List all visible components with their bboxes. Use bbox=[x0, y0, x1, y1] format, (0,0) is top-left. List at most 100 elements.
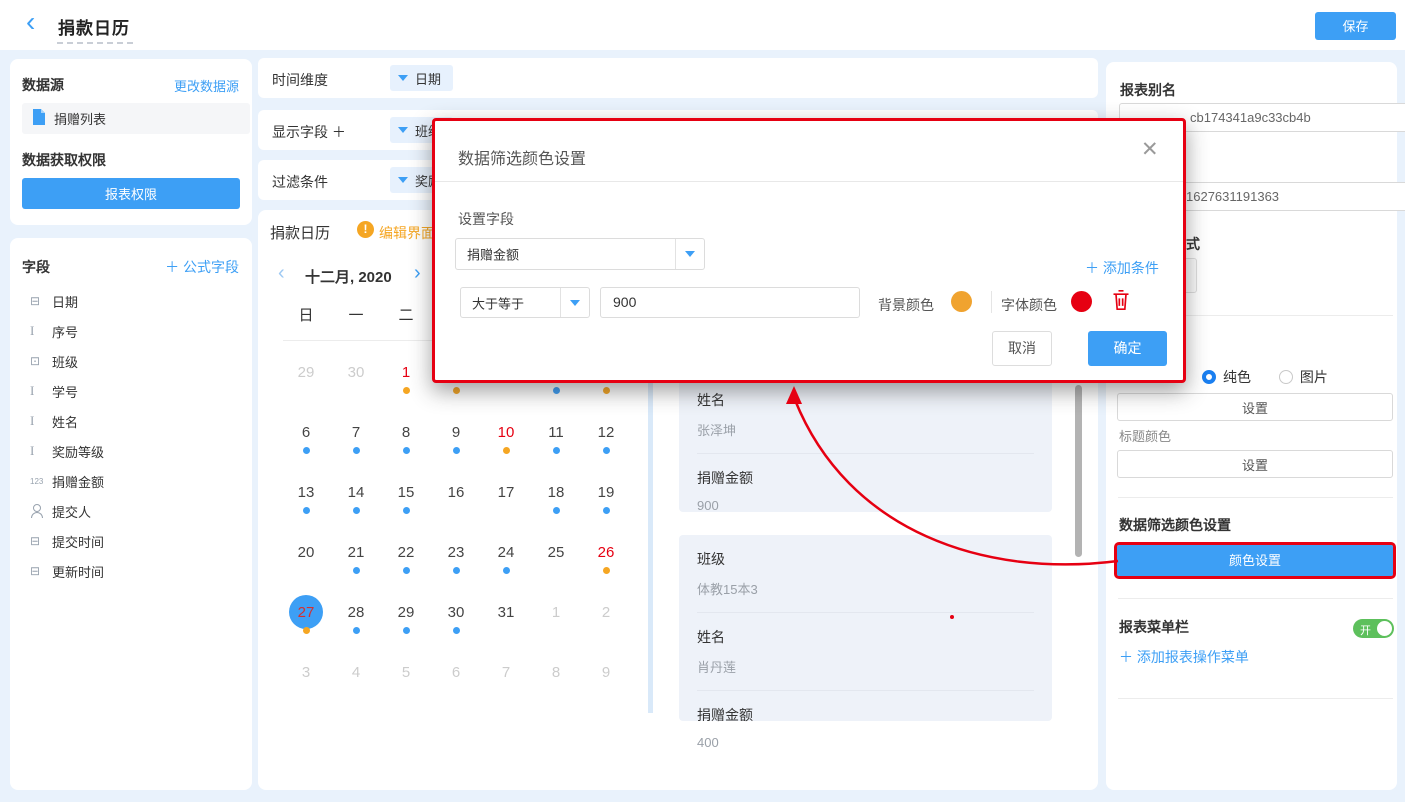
sidebar-field-item[interactable]: I姓名 bbox=[10, 406, 252, 436]
calendar-day[interactable]: 18 bbox=[531, 484, 581, 544]
calendar-day[interactable]: 8 bbox=[381, 424, 431, 484]
calendar-day[interactable]: 4 bbox=[331, 664, 381, 724]
calendar-day[interactable]: 30 bbox=[431, 604, 481, 664]
calendar-day[interactable]: 1 bbox=[531, 604, 581, 664]
sidebar-field-item[interactable]: 提交人 bbox=[10, 496, 252, 526]
select-icon: ⊡ bbox=[30, 354, 52, 368]
operator-select[interactable]: 大于等于 bbox=[460, 287, 590, 318]
sidebar-field-item[interactable]: ⊡班级 bbox=[10, 346, 252, 376]
day-number: 30 bbox=[348, 365, 365, 381]
field-select[interactable]: 捐赠金额 bbox=[455, 238, 705, 270]
detail-card[interactable]: 班级体教15本3姓名肖丹莲捐赠金额400 bbox=[679, 535, 1052, 721]
title-color-set-button[interactable]: 设置 bbox=[1117, 450, 1393, 478]
weekday-label: 二 bbox=[381, 304, 431, 325]
radio-solid-color[interactable]: 纯色 bbox=[1202, 369, 1251, 385]
calendar-day[interactable]: 12 bbox=[581, 424, 631, 484]
confirm-button[interactable]: 确定 bbox=[1088, 331, 1167, 366]
calendar-day[interactable]: 29 bbox=[381, 604, 431, 664]
field-label: 捐赠金额 bbox=[52, 472, 104, 491]
calendar-day[interactable]: 19 bbox=[581, 484, 631, 544]
sidebar-field-item[interactable]: I奖励等级 bbox=[10, 436, 252, 466]
calendar-day[interactable]: 9 bbox=[581, 664, 631, 724]
sidebar-field-item[interactable]: ⊟更新时间 bbox=[10, 556, 252, 586]
add-report-menu-link[interactable]: ＋ 添加报表操作菜单 bbox=[1119, 647, 1249, 667]
back-icon[interactable]: ‹ bbox=[26, 6, 35, 38]
calendar-day[interactable]: 16 bbox=[431, 484, 481, 544]
day-number: 29 bbox=[298, 365, 315, 381]
top-bar: ‹ 捐款日历 保存 bbox=[0, 0, 1405, 50]
day-number: 15 bbox=[398, 485, 415, 501]
next-month-icon[interactable]: › bbox=[414, 262, 421, 285]
calendar-day[interactable]: 21 bbox=[331, 544, 381, 604]
day-number: 19 bbox=[598, 485, 615, 501]
calendar-day[interactable]: 27 bbox=[281, 604, 331, 664]
close-icon[interactable]: ✕ bbox=[1141, 137, 1159, 162]
delete-condition-icon[interactable] bbox=[1111, 289, 1131, 316]
change-datasource-link[interactable]: 更改数据源 bbox=[174, 76, 239, 95]
calendar-day[interactable]: 17 bbox=[481, 484, 531, 544]
calendar-day[interactable]: 2 bbox=[581, 604, 631, 664]
datasource-heading: 数据源 bbox=[22, 75, 64, 95]
bg-color-swatch[interactable] bbox=[951, 291, 972, 312]
calendar-day[interactable]: 8 bbox=[531, 664, 581, 724]
calendar-day[interactable]: 22 bbox=[381, 544, 431, 604]
day-number: 17 bbox=[498, 485, 515, 501]
calendar-day[interactable]: 14 bbox=[331, 484, 381, 544]
calendar-day[interactable]: 31 bbox=[481, 604, 531, 664]
add-formula-field-link[interactable]: ＋ 公式字段 bbox=[165, 257, 239, 277]
calendar-day[interactable]: 3 bbox=[281, 664, 331, 724]
day-number: 20 bbox=[298, 545, 315, 561]
number-icon: 123 bbox=[30, 477, 52, 486]
report-permission-button[interactable]: 报表权限 bbox=[22, 178, 240, 209]
vertical-scrollbar[interactable] bbox=[1075, 385, 1082, 557]
sidebar-field-item[interactable]: ⊟日期 bbox=[10, 286, 252, 316]
calendar-day[interactable]: 15 bbox=[381, 484, 431, 544]
threshold-input[interactable]: 900 bbox=[600, 287, 860, 318]
day-dot-orange bbox=[603, 567, 610, 574]
calendar-day[interactable]: 25 bbox=[531, 544, 581, 604]
save-button[interactable]: 保存 bbox=[1315, 12, 1396, 40]
calendar-day[interactable]: 28 bbox=[331, 604, 381, 664]
config-row-label: 时间维度 bbox=[272, 70, 328, 90]
calendar-day[interactable]: 13 bbox=[281, 484, 331, 544]
color-settings-button[interactable]: 颜色设置 bbox=[1117, 545, 1393, 576]
calendar-day[interactable]: 7 bbox=[331, 424, 381, 484]
calendar-day[interactable]: 26 bbox=[581, 544, 631, 604]
day-number: 28 bbox=[348, 605, 365, 621]
tag-value: 日期 bbox=[415, 69, 441, 88]
calendar-day[interactable]: 7 bbox=[481, 664, 531, 724]
calendar-day[interactable]: 10 bbox=[481, 424, 531, 484]
partial-heading: 式 bbox=[1186, 234, 1200, 254]
calendar-day[interactable]: 24 bbox=[481, 544, 531, 604]
calendar-day[interactable]: 9 bbox=[431, 424, 481, 484]
calendar-day[interactable]: 11 bbox=[531, 424, 581, 484]
add-condition-link[interactable]: ＋ 添加条件 bbox=[1085, 258, 1159, 278]
calendar-day[interactable]: 23 bbox=[431, 544, 481, 604]
day-number: 2 bbox=[602, 605, 610, 621]
day-dot-blue bbox=[453, 627, 460, 634]
calendar-icon: ⊟ bbox=[30, 564, 52, 578]
calendar-day[interactable]: 30 bbox=[331, 364, 381, 424]
calendar-day[interactable]: 6 bbox=[281, 424, 331, 484]
day-dot-blue bbox=[553, 507, 560, 514]
menu-bar-toggle[interactable]: 开 bbox=[1353, 619, 1394, 638]
background-set-button[interactable]: 设置 bbox=[1117, 393, 1393, 421]
cancel-button[interactable]: 取消 bbox=[992, 331, 1052, 366]
sidebar-field-item[interactable]: ⊟提交时间 bbox=[10, 526, 252, 556]
day-number: 8 bbox=[552, 665, 560, 681]
weekday-label: 日 bbox=[281, 304, 331, 325]
day-number: 18 bbox=[548, 485, 565, 501]
calendar-day[interactable]: 5 bbox=[381, 664, 431, 724]
calendar-day[interactable]: 6 bbox=[431, 664, 481, 724]
datasource-item[interactable]: 捐赠列表 bbox=[22, 103, 250, 134]
sidebar-field-item[interactable]: I学号 bbox=[10, 376, 252, 406]
detail-field-label: 捐赠金额 bbox=[697, 454, 1034, 488]
calendar-day[interactable]: 1 bbox=[381, 364, 431, 424]
time-dimension-tag[interactable]: 日期 bbox=[390, 65, 453, 91]
font-color-swatch[interactable] bbox=[1071, 291, 1092, 312]
calendar-day[interactable]: 29 bbox=[281, 364, 331, 424]
prev-month-icon[interactable]: ‹ bbox=[278, 262, 285, 285]
sidebar-field-item[interactable]: 123捐赠金额 bbox=[10, 466, 252, 496]
sidebar-field-item[interactable]: I序号 bbox=[10, 316, 252, 346]
radio-image[interactable]: 图片 bbox=[1279, 369, 1328, 385]
